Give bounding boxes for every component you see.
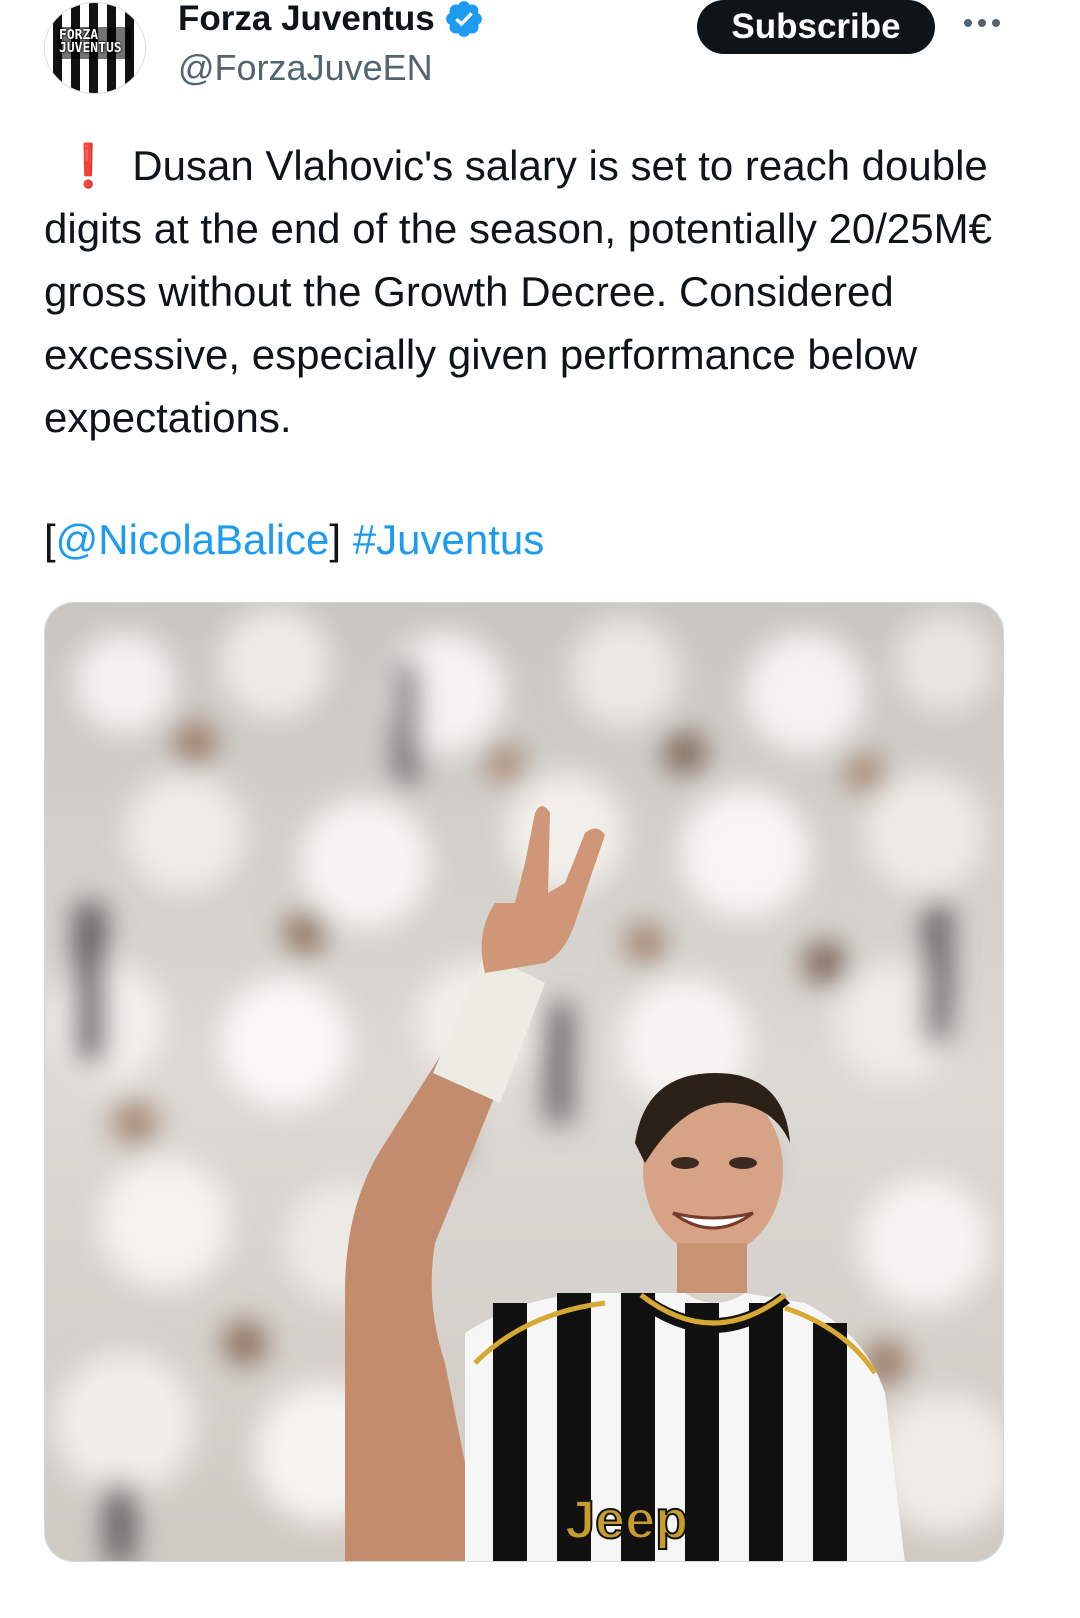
tweet-text: Dusan Vlahovic's salary is set to reach …: [44, 142, 992, 441]
tweet-tags: [@NicolaBalice] #Juventus: [44, 510, 544, 570]
author-avatar[interactable]: FORZA JUVENTUS: [44, 2, 146, 94]
avatar-logo-text: FORZA JUVENTUS: [59, 28, 122, 56]
open-bracket: [: [44, 516, 56, 563]
author-handle[interactable]: @ForzaJuveEN: [178, 48, 433, 88]
more-options-icon[interactable]: [960, 8, 1004, 38]
photo-player-celebrating: Jeep: [45, 603, 1003, 1561]
author-name-row: Forza Juventus: [178, 0, 485, 38]
author-display-name[interactable]: Forza Juventus: [178, 0, 435, 38]
tweet-body: ❗ Dusan Vlahovic's salary is set to reach…: [44, 134, 1034, 449]
tweet-photo[interactable]: Jeep: [44, 602, 1004, 1562]
verified-badge-icon: [443, 0, 485, 40]
subscribe-button[interactable]: Subscribe: [697, 0, 935, 54]
mention-link[interactable]: @NicolaBalice: [56, 516, 330, 563]
alert-exclamation-icon: ❗: [62, 142, 115, 189]
hashtag-link[interactable]: #Juventus: [353, 516, 544, 563]
close-bracket: ]: [329, 516, 342, 563]
jersey-sponsor-text: Jeep: [565, 1490, 688, 1550]
